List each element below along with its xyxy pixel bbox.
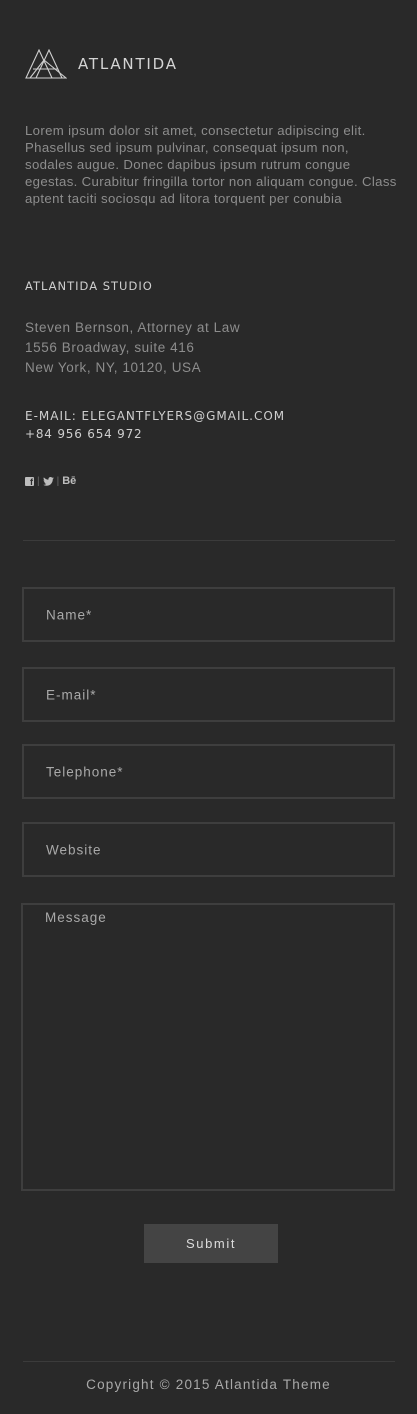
submit-button[interactable]: Submit <box>144 1224 278 1263</box>
facebook-icon[interactable]: f <box>25 476 34 486</box>
studio-title: ATLANTIDA STUDIO <box>25 279 153 293</box>
behance-icon[interactable]: Bē <box>62 475 76 487</box>
footer-divider <box>23 1361 395 1362</box>
email-input[interactable]: E-mail* <box>22 667 395 722</box>
brand-name: ATLANTIDA <box>78 55 178 73</box>
section-divider <box>23 540 395 541</box>
email-placeholder: E-mail* <box>46 687 97 702</box>
triangles-logo-icon <box>25 49 67 79</box>
name-input[interactable]: Name* <box>22 587 395 642</box>
intro-text: Lorem ipsum dolor sit amet, consectetur … <box>25 123 397 206</box>
email-link[interactable]: E-MAIL: ELEGANTFLYERS@GMAIL.COM <box>25 407 285 425</box>
social-links: f | | Bē <box>25 475 76 487</box>
social-separator: | <box>37 475 40 487</box>
studio-address: Steven Bernson, Attorney at Law 1556 Bro… <box>25 318 240 378</box>
message-placeholder: Message <box>45 910 107 925</box>
phone-number: +84 956 654 972 <box>25 427 143 441</box>
message-textarea[interactable]: Message <box>21 903 395 1191</box>
website-placeholder: Website <box>46 842 102 857</box>
social-separator: | <box>56 475 60 487</box>
website-input[interactable]: Website <box>22 822 395 877</box>
site-logo[interactable]: ATLANTIDA <box>25 48 178 80</box>
address-line: Steven Bernson, Attorney at Law <box>25 320 241 335</box>
studio-contact: E-MAIL: ELEGANTFLYERS@GMAIL.COM +84 956 … <box>25 407 285 443</box>
address-line: 1556 Broadway, suite 416 <box>25 340 195 355</box>
name-placeholder: Name* <box>46 607 93 622</box>
telephone-input[interactable]: Telephone* <box>22 744 395 799</box>
address-line: New York, NY, 10120, USA <box>25 360 202 375</box>
telephone-placeholder: Telephone* <box>46 764 124 779</box>
twitter-icon[interactable] <box>42 476 54 486</box>
copyright-text: Copyright © 2015 Atlantida Theme <box>86 1377 331 1392</box>
